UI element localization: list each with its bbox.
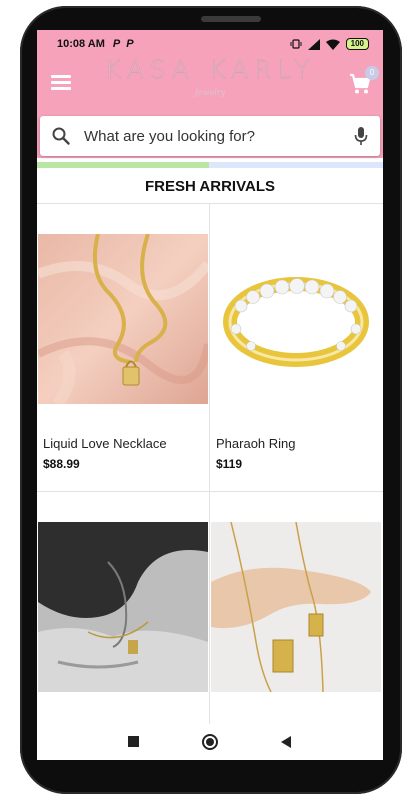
- product-card[interactable]: [37, 492, 209, 724]
- product-card[interactable]: Liquid Love Necklace $88.99: [37, 204, 209, 492]
- brand-logo[interactable]: KASA KARLY: [37, 55, 383, 84]
- search-icon: [52, 127, 70, 145]
- app-header: 10:08 AM P P 100 KASA KARLY Jewelry 0 Wh…: [37, 30, 383, 158]
- back-triangle-icon[interactable]: [279, 735, 293, 749]
- microphone-icon[interactable]: [354, 126, 368, 146]
- product-image-necklace[interactable]: [38, 234, 208, 404]
- search-bar[interactable]: What are you looking for?: [40, 116, 380, 156]
- wifi-icon: [325, 39, 340, 50]
- category-strip-green: [37, 162, 209, 168]
- recents-square-icon[interactable]: [127, 735, 141, 749]
- category-strip: [37, 162, 383, 168]
- status-bar: 10:08 AM P P 100: [37, 30, 383, 58]
- home-circle-icon[interactable]: [201, 733, 219, 751]
- cart-count-badge: 0: [365, 66, 379, 80]
- product-image-ring[interactable]: [211, 234, 381, 404]
- product-card[interactable]: Pharaoh Ring $119: [210, 204, 382, 492]
- section-title: FRESH ARRIVALS: [37, 170, 383, 204]
- system-nav-bar: [37, 724, 383, 760]
- product-image-model[interactable]: [38, 522, 208, 692]
- cart-button[interactable]: 0: [348, 66, 379, 96]
- status-indicators: 100: [290, 38, 369, 50]
- speaker-grille: [201, 16, 261, 22]
- product-price: $119: [216, 457, 243, 471]
- product-name[interactable]: Pharaoh Ring: [216, 436, 296, 451]
- search-input[interactable]: What are you looking for?: [84, 128, 354, 145]
- product-price: $88.99: [43, 457, 80, 471]
- product-card[interactable]: [210, 492, 382, 724]
- product-image-hand[interactable]: [211, 522, 381, 692]
- app-notification-icon: P: [126, 38, 134, 50]
- vibrate-icon: [290, 39, 302, 49]
- category-strip-blue: [209, 162, 383, 168]
- product-name[interactable]: Liquid Love Necklace: [43, 436, 167, 451]
- app-notification-icon: P: [112, 38, 121, 50]
- battery-icon: 100: [345, 38, 369, 50]
- brand-tagline: Jewelry: [194, 88, 226, 97]
- app-screen: 10:08 AM P P 100 KASA KARLY Jewelry 0 Wh…: [37, 30, 383, 760]
- signal-icon: [307, 38, 320, 50]
- status-time: 10:08 AM: [57, 38, 105, 50]
